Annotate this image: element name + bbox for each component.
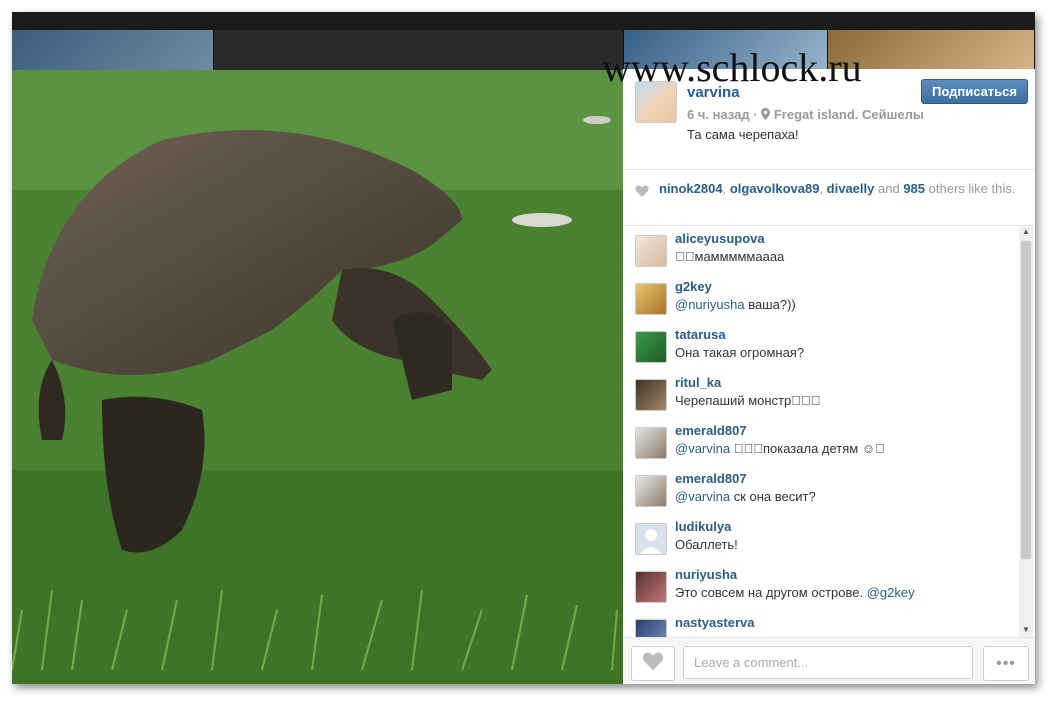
list-item: nastyasterva bbox=[635, 615, 1015, 637]
default-avatar-icon[interactable] bbox=[635, 523, 667, 555]
comment-text: Обаллеть! bbox=[675, 537, 738, 552]
list-item: tatarusa Она такая огромная? bbox=[635, 327, 1015, 375]
comment-text: Это совсем на другом острове. @g2key bbox=[675, 585, 915, 600]
list-item: emerald807 @varvina    показала детям ☺  bbox=[635, 423, 1015, 471]
avatar[interactable] bbox=[635, 427, 667, 459]
avatar[interactable] bbox=[635, 235, 667, 267]
comment-username[interactable]: ludikulya bbox=[675, 519, 731, 534]
meta-separator: · bbox=[753, 107, 758, 122]
comment-text:   мамммммаааа bbox=[675, 249, 785, 264]
list-item: nuriyusha Это совсем на другом острове. … bbox=[635, 567, 1015, 615]
photo-viewer-window: varvina Подписаться 6 ч. назад · Fregat … bbox=[12, 12, 1035, 684]
scroll-up-arrow-icon[interactable]: ▲ bbox=[1019, 227, 1033, 239]
comment-username[interactable]: nuriyusha bbox=[675, 567, 737, 582]
comment-username[interactable]: tatarusa bbox=[675, 327, 726, 342]
comment-body: Это совсем на другом острове. bbox=[675, 585, 867, 600]
heart-icon bbox=[642, 651, 664, 676]
comment-mention[interactable]: @varvina bbox=[675, 489, 730, 504]
comment-body:    показала детям ☺  bbox=[730, 441, 885, 456]
avatar[interactable] bbox=[635, 619, 667, 637]
comment-username[interactable]: nastyasterva bbox=[675, 615, 755, 630]
list-item: aliceyusupova   мамммммаааа bbox=[635, 231, 1015, 279]
likes-section: ninok2804, olgavolkova89, divaelly and 9… bbox=[623, 170, 1035, 226]
avatar[interactable] bbox=[635, 283, 667, 315]
comment-body: ваша?)) bbox=[744, 297, 796, 312]
comment-mention[interactable]: @g2key bbox=[867, 585, 915, 600]
like-button[interactable] bbox=[631, 646, 675, 681]
list-item: emerald807 @varvina ск она весит? bbox=[635, 471, 1015, 519]
liker-username[interactable]: ninok2804 bbox=[659, 181, 723, 196]
comment-mention[interactable]: @varvina bbox=[675, 441, 730, 456]
follow-button[interactable]: Подписаться bbox=[921, 79, 1028, 104]
post-photo[interactable] bbox=[12, 70, 623, 684]
likes-text: ninok2804, olgavolkova89, divaelly and 9… bbox=[659, 181, 1016, 196]
comment-username[interactable]: emerald807 bbox=[675, 423, 747, 438]
avatar[interactable] bbox=[635, 331, 667, 363]
list-item: ludikulya Обаллеть! bbox=[635, 519, 1015, 567]
post-time[interactable]: 6 ч. назад bbox=[687, 107, 750, 122]
comment-body: ск она весит? bbox=[730, 489, 816, 504]
likes-count[interactable]: 985 bbox=[903, 181, 925, 196]
avatar[interactable] bbox=[635, 475, 667, 507]
scroll-thumb[interactable] bbox=[1021, 241, 1031, 559]
comment-footer: ••• bbox=[623, 637, 1035, 684]
comment-username[interactable]: aliceyusupova bbox=[675, 231, 765, 246]
comment-username[interactable]: g2key bbox=[675, 279, 712, 294]
comment-text: @nuriyusha ваша?)) bbox=[675, 297, 796, 312]
post-meta: 6 ч. назад · Fregat island. Сейшелы bbox=[687, 107, 924, 122]
comment-text: @varvina    показала детям ☺  bbox=[675, 441, 885, 456]
comment-text: @varvina ск она весит? bbox=[675, 489, 816, 504]
more-options-button[interactable]: ••• bbox=[983, 646, 1029, 681]
liker-username[interactable]: olgavolkova89 bbox=[730, 181, 820, 196]
likes-and: and bbox=[878, 181, 900, 196]
list-item: g2key @nuriyusha ваша?)) bbox=[635, 279, 1015, 327]
avatar[interactable] bbox=[635, 571, 667, 603]
comment-username[interactable]: emerald807 bbox=[675, 471, 747, 486]
location-pin-icon bbox=[761, 107, 774, 122]
comments-scrollbar[interactable]: ▲ ▼ bbox=[1019, 227, 1033, 637]
comments-list: aliceyusupova   мамммммаааа g2key @nuriy… bbox=[623, 231, 1019, 637]
comment-text: Она такая огромная? bbox=[675, 345, 805, 360]
likes-suffix: others like this. bbox=[928, 181, 1016, 196]
post-location[interactable]: Fregat island. Сейшелы bbox=[774, 107, 924, 122]
comment-input[interactable] bbox=[683, 646, 973, 679]
comment-username[interactable]: ritul_ka bbox=[675, 375, 721, 390]
liker-username[interactable]: divaelly bbox=[827, 181, 875, 196]
post-sidebar: varvina Подписаться 6 ч. назад · Fregat … bbox=[623, 69, 1035, 684]
list-item: ritul_ka Черепаший монстр    bbox=[635, 375, 1015, 423]
watermark-text: www.schlock.ru bbox=[602, 45, 862, 90]
post-caption: Та сама черепаха! bbox=[687, 127, 799, 142]
heart-icon bbox=[635, 184, 649, 198]
comment-text: Черепаший монстр    bbox=[675, 393, 821, 408]
comment-mention[interactable]: @nuriyusha bbox=[675, 297, 745, 312]
scroll-down-arrow-icon[interactable]: ▼ bbox=[1019, 625, 1033, 637]
avatar[interactable] bbox=[635, 379, 667, 411]
tortoise-photo-illustration bbox=[12, 70, 623, 684]
